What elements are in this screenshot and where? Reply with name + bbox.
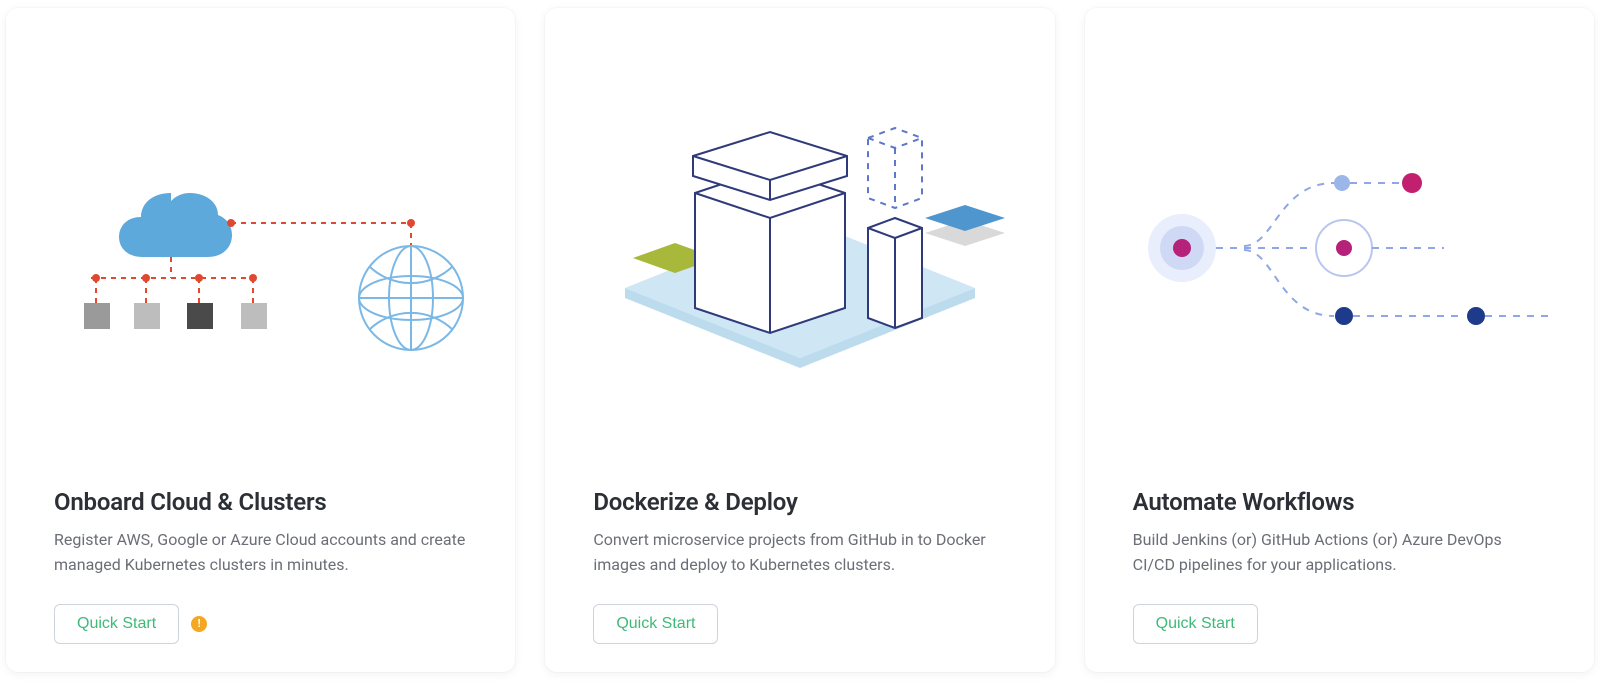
node-magenta-icon bbox=[1402, 173, 1422, 193]
cluster-nodes-icon bbox=[84, 274, 267, 329]
card-title: Dockerize & Deploy bbox=[593, 488, 1006, 516]
card-onboard-cloud: Onboard Cloud & Clusters Register AWS, G… bbox=[6, 8, 515, 672]
card-description: Convert microservice projects from GitHu… bbox=[593, 528, 1006, 578]
illustration-workflows bbox=[1085, 8, 1594, 488]
illustration-cloud-clusters bbox=[6, 8, 515, 488]
cloud-icon bbox=[119, 193, 232, 257]
globe-icon bbox=[359, 246, 463, 350]
node-lightblue-icon bbox=[1334, 175, 1350, 191]
node-darkblue-icon bbox=[1335, 307, 1353, 325]
card-description: Build Jenkins (or) GitHub Actions (or) A… bbox=[1133, 528, 1546, 578]
hub-icon bbox=[1148, 214, 1216, 282]
tile-blue-icon bbox=[925, 205, 1005, 231]
illustration-dockerize bbox=[545, 8, 1054, 488]
card-dockerize-deploy: Dockerize & Deploy Convert microservice … bbox=[545, 8, 1054, 672]
container-dashed-icon bbox=[868, 128, 922, 208]
card-row: Onboard Cloud & Clusters Register AWS, G… bbox=[6, 8, 1594, 672]
node-darkblue-icon bbox=[1467, 307, 1485, 325]
card-automate-workflows: Automate Workflows Build Jenkins (or) Gi… bbox=[1085, 8, 1594, 672]
alert-icon: ! bbox=[191, 616, 207, 632]
node-ring-icon bbox=[1316, 220, 1372, 276]
card-title: Automate Workflows bbox=[1133, 488, 1546, 516]
card-description: Register AWS, Google or Azure Cloud acco… bbox=[54, 528, 467, 578]
quick-start-button[interactable]: Quick Start bbox=[593, 604, 718, 644]
quick-start-button[interactable]: Quick Start bbox=[1133, 604, 1258, 644]
card-title: Onboard Cloud & Clusters bbox=[54, 488, 467, 516]
quick-start-button[interactable]: Quick Start bbox=[54, 604, 179, 644]
container-small-icon bbox=[868, 218, 922, 328]
